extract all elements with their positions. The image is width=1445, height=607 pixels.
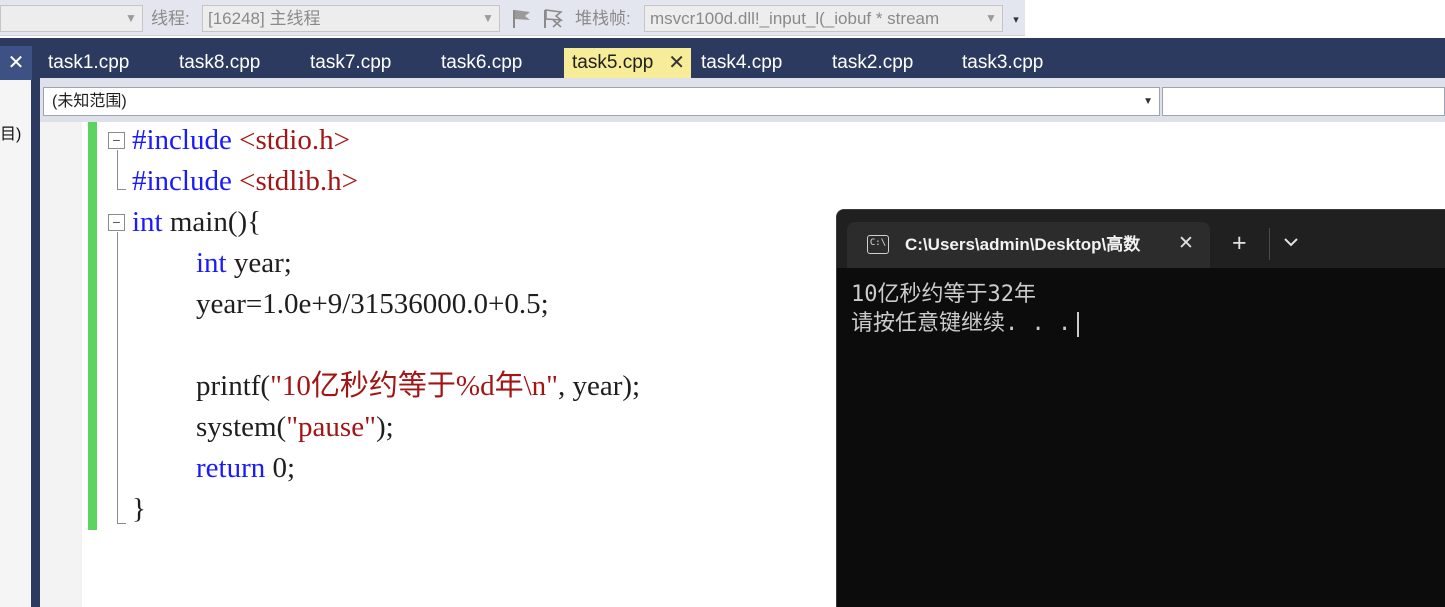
- scope-dropdown[interactable]: (未知范围) ▼: [43, 87, 1160, 116]
- type-keyword: int: [132, 206, 163, 238]
- stack-frame-dropdown[interactable]: msvcr100d.dll!_input_l(_iobuf * stream ▼: [644, 5, 1003, 32]
- scope-value: (未知范围): [52, 93, 127, 110]
- console-window[interactable]: C:\ C:\Users\admin\Desktop\高数 ✕ + 10亿秒约等…: [836, 209, 1445, 607]
- include-path: <stdio.h>: [239, 124, 350, 156]
- code-text: printf(: [196, 370, 271, 402]
- tab-task1[interactable]: task1.cpp: [40, 48, 129, 78]
- tab-label: task2.cpp: [832, 52, 914, 73]
- code-line: year=1.0e+9/31536000.0+0.5;: [196, 284, 549, 325]
- titlebar-divider: [1269, 228, 1270, 260]
- flag-filter-icon[interactable]: [541, 7, 565, 29]
- close-icon[interactable]: ✕: [668, 48, 685, 78]
- code-text: 0;: [265, 452, 296, 484]
- code-text: main(){: [162, 206, 262, 238]
- tab-label: task3.cpp: [962, 52, 1044, 73]
- console-titlebar: C:\ C:\Users\admin\Desktop\高数 ✕ +: [837, 210, 1445, 268]
- include-path: <stdlib.h>: [239, 165, 359, 197]
- tab-label: task4.cpp: [701, 52, 783, 73]
- tab-label: task5.cpp: [572, 52, 654, 73]
- outline-line: [117, 150, 118, 190]
- code-line: int main(){: [132, 202, 261, 243]
- document-tab-strip: task1.cpp task8.cpp task7.cpp task6.cpp …: [40, 38, 1445, 78]
- chevron-down-icon: ▼: [125, 11, 137, 25]
- chevron-down-icon: ▼: [1143, 96, 1153, 107]
- thread-dropdown[interactable]: [16248] 主线程 ▼: [202, 5, 500, 32]
- tab-task5[interactable]: task5.cpp ✕: [564, 48, 691, 78]
- type-keyword: int: [196, 247, 227, 279]
- toolbar-overflow-icon[interactable]: ▾: [1008, 8, 1024, 32]
- code-line: int year;: [196, 243, 292, 284]
- close-icon[interactable]: ✕: [0, 46, 32, 80]
- left-panel-text: 目): [0, 126, 22, 143]
- code-line: printf("10亿秒约等于%d年\n", year);: [196, 366, 640, 407]
- code-text: , year);: [557, 370, 641, 402]
- string-literal: "pause": [286, 411, 376, 443]
- tab-task3[interactable]: task3.cpp: [954, 48, 1043, 78]
- outline-line: [117, 232, 118, 524]
- code-text: system(: [196, 411, 287, 443]
- code-line: }: [132, 489, 146, 530]
- stack-frame-value: msvcr100d.dll!_input_l(_iobuf * stream: [650, 9, 940, 28]
- return-keyword: return: [196, 452, 266, 484]
- console-output-line: 请按任意键继续. . .: [851, 309, 1445, 338]
- collapse-icon[interactable]: −: [108, 132, 125, 149]
- cmd-icon: C:\: [867, 235, 889, 254]
- stack-frame-label: 堆栈帧:: [575, 9, 631, 28]
- code-line: #include <stdio.h>: [132, 120, 350, 161]
- code-line: return 0;: [196, 448, 295, 489]
- debug-toolbar: ▼ 线程: [16248] 主线程 ▼ 堆栈帧: msvcr100d.dll!_…: [0, 0, 1445, 38]
- thread-label: 线程:: [151, 9, 190, 28]
- new-tab-plus-icon[interactable]: +: [1232, 230, 1247, 256]
- code-text: year;: [226, 247, 292, 279]
- text-cursor: [1077, 311, 1080, 337]
- code-text: }: [132, 493, 146, 525]
- process-dropdown[interactable]: ▼: [0, 5, 143, 32]
- tab-task7[interactable]: task7.cpp: [302, 48, 391, 78]
- tab-label: task7.cpp: [310, 52, 392, 73]
- code-line: #include <stdlib.h>: [132, 161, 358, 202]
- tab-label: task6.cpp: [441, 52, 523, 73]
- console-tab[interactable]: C:\ C:\Users\admin\Desktop\高数 ✕: [847, 222, 1210, 268]
- left-tool-panel: 目): [0, 80, 31, 607]
- code-line: system("pause");: [196, 407, 394, 448]
- flag-thread-icon[interactable]: [510, 7, 534, 29]
- tab-task2[interactable]: task2.cpp: [824, 48, 913, 78]
- change-tracking-bar: [88, 122, 97, 530]
- console-output[interactable]: 10亿秒约等于32年 请按任意键继续. . .: [837, 268, 1445, 607]
- close-icon[interactable]: ✕: [1178, 232, 1194, 256]
- chevron-down-icon[interactable]: [1282, 230, 1300, 254]
- tab-task4[interactable]: task4.cpp: [693, 48, 782, 78]
- editor-gutter: [40, 122, 82, 607]
- outline-end: [117, 189, 126, 190]
- collapse-icon[interactable]: −: [108, 214, 125, 231]
- outline-end: [117, 523, 126, 524]
- console-tab-title: C:\Users\admin\Desktop\高数: [905, 235, 1141, 254]
- navigation-bar: (未知范围) ▼: [40, 78, 1445, 122]
- code-text: year=1.0e+9/31536000.0+0.5;: [196, 288, 549, 320]
- chevron-down-icon: ▼: [482, 11, 494, 25]
- tab-label: task8.cpp: [179, 52, 261, 73]
- chevron-down-icon: ▼: [985, 11, 997, 25]
- member-dropdown[interactable]: [1162, 87, 1445, 116]
- tab-label: task1.cpp: [48, 52, 130, 73]
- console-output-line: 10亿秒约等于32年: [851, 282, 1036, 307]
- preprocessor-keyword: #include: [132, 165, 232, 197]
- tab-task6[interactable]: task6.cpp: [433, 48, 522, 78]
- console-prompt-text: 请按任意键继续. . .: [851, 311, 1072, 336]
- code-text: );: [375, 411, 394, 443]
- string-literal: "10亿秒约等于%d年\n": [270, 370, 558, 402]
- tab-task8[interactable]: task8.cpp: [171, 48, 260, 78]
- preprocessor-keyword: #include: [132, 124, 232, 156]
- thread-value: [16248] 主线程: [208, 9, 321, 28]
